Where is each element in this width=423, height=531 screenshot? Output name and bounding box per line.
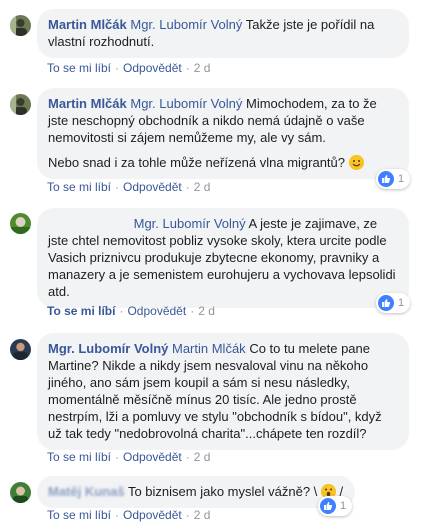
like-icon (320, 498, 336, 514)
redacted-author (48, 217, 130, 229)
reaction-number: 1 (340, 500, 347, 512)
like-link[interactable]: To se mi líbí (47, 61, 111, 75)
avatar[interactable] (10, 482, 31, 503)
comment-text-2: Nebo snad i za tohle může neřízená vlna … (48, 155, 346, 170)
comment-author[interactable]: Martin Mlčák (48, 96, 127, 111)
comment-bubble: Martin Mlčák Mgr. Lubomír Volný Takže js… (37, 9, 409, 58)
avatar[interactable] (10, 213, 31, 234)
comment-author[interactable]: Matěj Kunaš (48, 484, 125, 499)
comment-text: To biznisem jako myslel vážně? \ (127, 484, 318, 499)
reply-link[interactable]: Odpovědět (123, 508, 182, 522)
reply-link[interactable]: Odpovědět (123, 450, 182, 464)
reply-link[interactable]: Odpovědět (123, 180, 182, 194)
comment-actions: To se mi líbí · Odpovědět · 2 d (47, 508, 211, 522)
timestamp[interactable]: 2 d (194, 180, 211, 194)
like-icon (378, 171, 394, 187)
reaction-count[interactable]: 1 (376, 293, 411, 313)
smile-emoji-icon (348, 155, 364, 170)
comment-author[interactable]: Martin Mlčák (48, 17, 127, 32)
like-link[interactable]: To se mi líbí (47, 450, 111, 464)
timestamp[interactable]: 2 d (194, 508, 211, 522)
mention-link[interactable]: Martin Mlčák (172, 341, 246, 356)
comment-actions: To se mi líbí · Odpovědět · 2 d (47, 180, 211, 194)
avatar[interactable] (10, 15, 31, 36)
like-link[interactable]: To se mi líbí (47, 304, 115, 318)
timestamp[interactable]: 2 d (194, 450, 211, 464)
comment-actions: To se mi líbí · Odpovědět · 2 d (47, 304, 215, 318)
comment-text: Co to tu melete pane Martine? Nikde a ni… (48, 341, 382, 441)
mention-link[interactable]: Mgr. Lubomír Volný (130, 96, 242, 111)
reaction-number: 1 (398, 173, 405, 185)
comment-actions: To se mi líbí · Odpovědět · 2 d (47, 61, 211, 75)
avatar[interactable] (10, 94, 31, 115)
comment-bubble: Mgr. Lubomír Volný A jeste je zajimave, … (37, 208, 409, 308)
comment-author[interactable]: Mgr. Lubomír Volný (48, 341, 168, 356)
mention-link[interactable]: Mgr. Lubomír Volný (134, 216, 246, 231)
avatar[interactable] (10, 339, 31, 360)
comment-bubble: Matěj Kunaš To biznisem jako myslel vážn… (37, 476, 355, 508)
mention-link[interactable]: Mgr. Lubomír Volný (130, 17, 242, 32)
like-link[interactable]: To se mi líbí (47, 180, 111, 194)
reaction-count[interactable]: 1 (376, 169, 411, 189)
comment-actions: To se mi líbí · Odpovědět · 2 d (47, 450, 211, 464)
timestamp[interactable]: 2 d (198, 304, 215, 318)
reaction-number: 1 (398, 297, 405, 309)
timestamp[interactable]: 2 d (194, 61, 211, 75)
comment-bubble: Martin Mlčák Mgr. Lubomír Volný Mimochod… (37, 88, 409, 179)
reply-link[interactable]: Odpovědět (127, 304, 186, 318)
like-link[interactable]: To se mi líbí (47, 508, 111, 522)
reaction-count[interactable]: 1 (318, 496, 353, 516)
comment-bubble: Mgr. Lubomír Volný Martin Mlčák Co to tu… (37, 333, 409, 450)
reply-link[interactable]: Odpovědět (123, 61, 182, 75)
like-icon (378, 295, 394, 311)
